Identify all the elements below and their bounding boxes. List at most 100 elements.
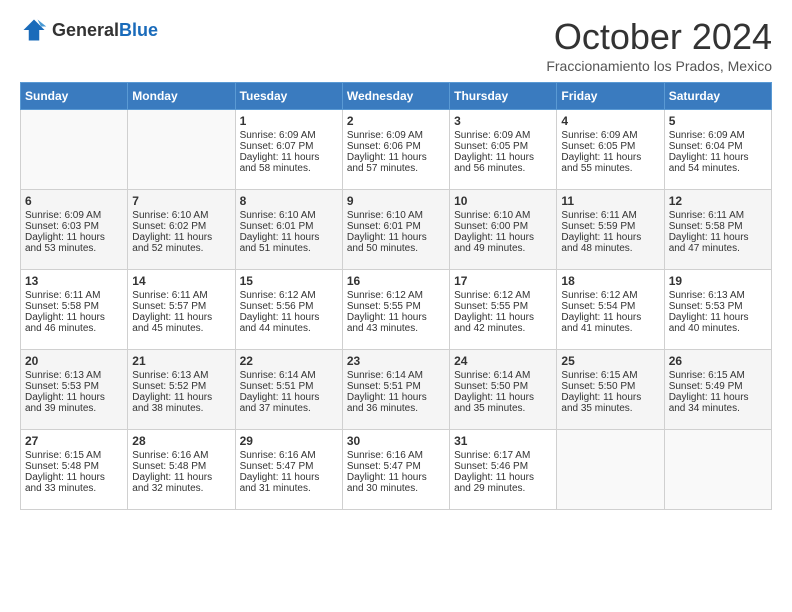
sunrise-text: Sunrise: 6:11 AM bbox=[669, 210, 767, 221]
header-day-tuesday: Tuesday bbox=[235, 83, 342, 110]
calendar-cell: 8Sunrise: 6:10 AMSunset: 6:01 PMDaylight… bbox=[235, 190, 342, 270]
sunrise-text: Sunrise: 6:09 AM bbox=[669, 130, 767, 141]
sunset-text: Sunset: 5:58 PM bbox=[669, 221, 767, 232]
day-number: 10 bbox=[454, 194, 552, 208]
sunrise-text: Sunrise: 6:10 AM bbox=[454, 210, 552, 221]
daylight-text: Daylight: 11 hours and 56 minutes. bbox=[454, 152, 552, 174]
sunset-text: Sunset: 5:48 PM bbox=[25, 461, 123, 472]
calendar-cell: 20Sunrise: 6:13 AMSunset: 5:53 PMDayligh… bbox=[21, 350, 128, 430]
calendar-cell: 23Sunrise: 6:14 AMSunset: 5:51 PMDayligh… bbox=[342, 350, 449, 430]
daylight-text: Daylight: 11 hours and 50 minutes. bbox=[347, 232, 445, 254]
daylight-text: Daylight: 11 hours and 37 minutes. bbox=[240, 392, 338, 414]
logo: GeneralBlue bbox=[20, 16, 158, 44]
month-title: October 2024 bbox=[546, 16, 772, 58]
sunset-text: Sunset: 5:48 PM bbox=[132, 461, 230, 472]
calendar-cell: 22Sunrise: 6:14 AMSunset: 5:51 PMDayligh… bbox=[235, 350, 342, 430]
calendar-cell: 19Sunrise: 6:13 AMSunset: 5:53 PMDayligh… bbox=[664, 270, 771, 350]
day-number: 29 bbox=[240, 434, 338, 448]
sunrise-text: Sunrise: 6:10 AM bbox=[240, 210, 338, 221]
sunset-text: Sunset: 5:51 PM bbox=[347, 381, 445, 392]
daylight-text: Daylight: 11 hours and 46 minutes. bbox=[25, 312, 123, 334]
day-number: 22 bbox=[240, 354, 338, 368]
calendar-cell: 9Sunrise: 6:10 AMSunset: 6:01 PMDaylight… bbox=[342, 190, 449, 270]
daylight-text: Daylight: 11 hours and 48 minutes. bbox=[561, 232, 659, 254]
sunrise-text: Sunrise: 6:09 AM bbox=[347, 130, 445, 141]
day-number: 11 bbox=[561, 194, 659, 208]
logo-icon bbox=[20, 16, 48, 44]
calendar-cell: 29Sunrise: 6:16 AMSunset: 5:47 PMDayligh… bbox=[235, 430, 342, 510]
daylight-text: Daylight: 11 hours and 41 minutes. bbox=[561, 312, 659, 334]
logo-general: General bbox=[52, 20, 119, 40]
calendar-body: 1Sunrise: 6:09 AMSunset: 6:07 PMDaylight… bbox=[21, 110, 772, 510]
day-number: 30 bbox=[347, 434, 445, 448]
calendar-cell bbox=[21, 110, 128, 190]
day-number: 1 bbox=[240, 114, 338, 128]
sunrise-text: Sunrise: 6:14 AM bbox=[454, 370, 552, 381]
sunset-text: Sunset: 5:55 PM bbox=[454, 301, 552, 312]
calendar-cell bbox=[557, 430, 664, 510]
sunrise-text: Sunrise: 6:13 AM bbox=[669, 290, 767, 301]
header-day-thursday: Thursday bbox=[450, 83, 557, 110]
sunrise-text: Sunrise: 6:16 AM bbox=[132, 450, 230, 461]
daylight-text: Daylight: 11 hours and 45 minutes. bbox=[132, 312, 230, 334]
calendar-cell: 18 Sunrise: 6:12 AMSunset: 5:54 PMDayligh… bbox=[557, 270, 664, 350]
daylight-text: Daylight: 11 hours and 57 minutes. bbox=[347, 152, 445, 174]
daylight-text: Daylight: 11 hours and 33 minutes. bbox=[25, 472, 123, 494]
daylight-text: Daylight: 11 hours and 31 minutes. bbox=[240, 472, 338, 494]
sunset-text: Sunset: 5:56 PM bbox=[240, 301, 338, 312]
header-day-sunday: Sunday bbox=[21, 83, 128, 110]
header-day-wednesday: Wednesday bbox=[342, 83, 449, 110]
calendar-cell: 30Sunrise: 6:16 AMSunset: 5:47 PMDayligh… bbox=[342, 430, 449, 510]
calendar-cell: 24Sunrise: 6:14 AMSunset: 5:50 PMDayligh… bbox=[450, 350, 557, 430]
sunrise-text: Sunrise: 6:11 AM bbox=[132, 290, 230, 301]
sunrise-text: Sunrise: 6:12 AM bbox=[347, 290, 445, 301]
calendar-cell: 15Sunrise: 6:12 AMSunset: 5:56 PMDayligh… bbox=[235, 270, 342, 350]
sunset-text: Sunset: 5:52 PM bbox=[132, 381, 230, 392]
day-number: 16 bbox=[347, 274, 445, 288]
calendar-cell: 16Sunrise: 6:12 AMSunset: 5:55 PMDayligh… bbox=[342, 270, 449, 350]
sunrise-text: Sunrise: 6:09 AM bbox=[561, 130, 659, 141]
calendar-cell: 10Sunrise: 6:10 AMSunset: 6:00 PMDayligh… bbox=[450, 190, 557, 270]
calendar-cell: 31Sunrise: 6:17 AMSunset: 5:46 PMDayligh… bbox=[450, 430, 557, 510]
sunset-text: Sunset: 5:51 PM bbox=[240, 381, 338, 392]
day-number: 25 bbox=[561, 354, 659, 368]
day-number: 28 bbox=[132, 434, 230, 448]
calendar-cell: 25 Sunrise: 6:15 AMSunset: 5:50 PMDayligh… bbox=[557, 350, 664, 430]
daylight-text: Daylight: 11 hours and 47 minutes. bbox=[669, 232, 767, 254]
day-number: 8 bbox=[240, 194, 338, 208]
sunset-text: Sunset: 5:57 PM bbox=[132, 301, 230, 312]
day-number: 20 bbox=[25, 354, 123, 368]
sunrise-text: Sunrise: 6:15 AM bbox=[561, 370, 659, 381]
daylight-text: Daylight: 11 hours and 29 minutes. bbox=[454, 472, 552, 494]
calendar-cell: 4Sunrise: 6:09 AMSunset: 6:05 PMDaylight… bbox=[557, 110, 664, 190]
sunset-text: Sunset: 6:02 PM bbox=[132, 221, 230, 232]
sunrise-text: Sunrise: 6:13 AM bbox=[25, 370, 123, 381]
sunset-text: Sunset: 6:04 PM bbox=[669, 141, 767, 152]
day-number: 24 bbox=[454, 354, 552, 368]
calendar-cell: 6Sunrise: 6:09 AMSunset: 6:03 PMDaylight… bbox=[21, 190, 128, 270]
calendar-cell: 26Sunrise: 6:15 AMSunset: 5:49 PMDayligh… bbox=[664, 350, 771, 430]
sunset-text: Sunset: 5:54 PM bbox=[561, 301, 659, 312]
sunrise-text: Sunrise: 6:12 AM bbox=[454, 290, 552, 301]
daylight-text: Daylight: 11 hours and 58 minutes. bbox=[240, 152, 338, 174]
day-number: 4 bbox=[561, 114, 659, 128]
daylight-text: Daylight: 11 hours and 43 minutes. bbox=[347, 312, 445, 334]
daylight-text: Daylight: 11 hours and 30 minutes. bbox=[347, 472, 445, 494]
sunset-text: Sunset: 6:05 PM bbox=[454, 141, 552, 152]
sunset-text: Sunset: 5:53 PM bbox=[25, 381, 123, 392]
calendar-cell: 1Sunrise: 6:09 AMSunset: 6:07 PMDaylight… bbox=[235, 110, 342, 190]
sunrise-text: Sunrise: 6:09 AM bbox=[240, 130, 338, 141]
sunrise-text: Sunrise: 6:13 AM bbox=[132, 370, 230, 381]
calendar-cell: 3Sunrise: 6:09 AMSunset: 6:05 PMDaylight… bbox=[450, 110, 557, 190]
sunrise-text: Sunrise: 6:12 AM bbox=[561, 290, 659, 301]
day-number: 18 bbox=[561, 274, 659, 288]
sunset-text: Sunset: 6:00 PM bbox=[454, 221, 552, 232]
sunrise-text: Sunrise: 6:17 AM bbox=[454, 450, 552, 461]
sunrise-text: Sunrise: 6:14 AM bbox=[347, 370, 445, 381]
calendar-cell: 12Sunrise: 6:11 AMSunset: 5:58 PMDayligh… bbox=[664, 190, 771, 270]
calendar-week-1: 1Sunrise: 6:09 AMSunset: 6:07 PMDaylight… bbox=[21, 110, 772, 190]
sunset-text: Sunset: 5:50 PM bbox=[561, 381, 659, 392]
subtitle: Fraccionamiento los Prados, Mexico bbox=[546, 58, 772, 74]
daylight-text: Daylight: 11 hours and 35 minutes. bbox=[561, 392, 659, 414]
calendar-cell: 7Sunrise: 6:10 AMSunset: 6:02 PMDaylight… bbox=[128, 190, 235, 270]
